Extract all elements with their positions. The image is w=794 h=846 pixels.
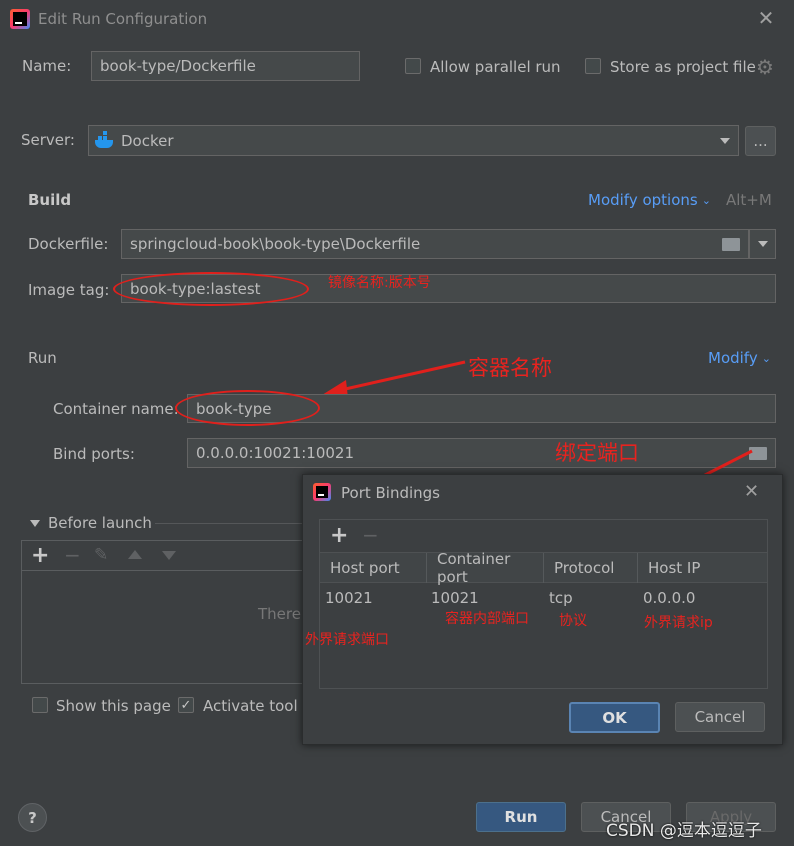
annotation-external-port: 外界请求端口 bbox=[305, 632, 389, 648]
before-launch-separator bbox=[155, 523, 305, 524]
help-button[interactable]: ? bbox=[18, 803, 47, 832]
dockerfile-value: springcloud-book\book-type\Dockerfile bbox=[130, 235, 421, 253]
chevron-down-icon bbox=[720, 138, 730, 144]
docker-icon bbox=[95, 130, 115, 148]
column-protocol[interactable]: Protocol bbox=[544, 553, 638, 583]
bind-ports-value: 0.0.0.0:10021:10021 bbox=[196, 444, 355, 462]
dockerfile-input[interactable]: springcloud-book\book-type\Dockerfile bbox=[121, 229, 749, 259]
cell-host-port[interactable]: 10021 bbox=[325, 589, 373, 607]
modify-options-shortcut: Alt+M bbox=[726, 191, 772, 209]
dockerfile-label: Dockerfile: bbox=[28, 235, 109, 253]
allow-parallel-label: Allow parallel run bbox=[430, 58, 561, 76]
annotation-internal-port: 容器内部端口 bbox=[445, 611, 529, 627]
bind-ports-label: Bind ports: bbox=[53, 445, 135, 463]
activate-tool-label: Activate tool bbox=[203, 697, 298, 715]
table-row[interactable]: 10021 10021 tcp 0.0.0.0 bbox=[320, 583, 767, 611]
modify-options-label: Modify options bbox=[588, 191, 698, 209]
name-label: Name: bbox=[22, 57, 72, 75]
dialog-cancel-button[interactable]: Cancel bbox=[675, 702, 765, 732]
triangle-down-icon bbox=[30, 519, 40, 527]
remove-icon[interactable]: − bbox=[64, 543, 81, 567]
server-more-button[interactable]: ... bbox=[745, 126, 776, 156]
server-label: Server: bbox=[21, 131, 75, 149]
before-launch-title: Before launch bbox=[48, 514, 152, 532]
container-name-label: Container name: bbox=[53, 400, 179, 418]
move-down-icon[interactable] bbox=[162, 551, 176, 560]
run-section-title: Run bbox=[28, 349, 57, 367]
cell-host-ip[interactable]: 0.0.0.0 bbox=[643, 589, 695, 607]
activate-tool-checkbox[interactable]: ✓ bbox=[178, 697, 194, 713]
name-input[interactable]: book-type/Dockerfile bbox=[91, 51, 360, 81]
column-container-port[interactable]: Container port bbox=[427, 550, 544, 586]
annotation-protocol: 协议 bbox=[559, 613, 587, 629]
folder-icon[interactable] bbox=[722, 238, 740, 251]
watermark: CSDN @逗本逗逗子 bbox=[606, 821, 762, 841]
ok-button[interactable]: OK bbox=[569, 702, 660, 733]
column-host-ip[interactable]: Host IP bbox=[638, 553, 767, 583]
dockerfile-dropdown-button[interactable] bbox=[749, 229, 776, 259]
build-section-title: Build bbox=[28, 191, 72, 209]
chevron-down-icon: ⌄ bbox=[761, 351, 771, 365]
close-icon[interactable]: ✕ bbox=[756, 8, 776, 28]
remove-icon[interactable]: − bbox=[362, 523, 379, 547]
port-table: + − Host port Container port Protocol Ho… bbox=[319, 519, 768, 689]
show-page-label: Show this page bbox=[56, 697, 171, 715]
dialog-title: Port Bindings bbox=[341, 484, 441, 502]
before-launch-empty-text: There bbox=[258, 605, 301, 623]
server-select[interactable]: Docker bbox=[88, 125, 739, 156]
annotation-ellipse bbox=[175, 390, 320, 426]
cell-protocol[interactable]: tcp bbox=[549, 589, 573, 607]
chevron-down-icon: ⌄ bbox=[701, 193, 711, 207]
annotation-ellipse bbox=[113, 272, 309, 306]
title-bar: Edit Run Configuration ✕ bbox=[0, 0, 794, 40]
show-page-checkbox[interactable] bbox=[32, 697, 48, 713]
before-launch-header[interactable]: Before launch bbox=[30, 514, 152, 532]
window-title: Edit Run Configuration bbox=[38, 10, 208, 28]
before-launch-toolbar: + − ✎ bbox=[22, 541, 310, 571]
column-host-port[interactable]: Host port bbox=[320, 553, 427, 583]
chevron-down-icon bbox=[757, 241, 768, 247]
annotation-container-name: 容器名称 bbox=[468, 356, 552, 380]
store-project-checkbox[interactable] bbox=[585, 58, 601, 74]
annotation-image-name: 镜像名称:版本号 bbox=[328, 275, 431, 291]
intellij-logo-icon bbox=[10, 9, 30, 29]
annotation-external-ip: 外界请求ip bbox=[644, 615, 713, 631]
annotation-bind-port: 绑定端口 bbox=[555, 441, 639, 465]
run-button[interactable]: Run bbox=[476, 802, 566, 832]
image-tag-label: Image tag: bbox=[28, 281, 110, 299]
allow-parallel-checkbox[interactable] bbox=[405, 58, 421, 74]
move-up-icon[interactable] bbox=[128, 550, 142, 559]
port-bindings-dialog: Port Bindings ✕ + − Host port Container … bbox=[302, 474, 783, 745]
port-table-header: Host port Container port Protocol Host I… bbox=[320, 550, 767, 586]
add-icon[interactable]: + bbox=[330, 523, 348, 548]
server-value: Docker bbox=[121, 131, 174, 150]
modify-options-link[interactable]: Modify options ⌄ bbox=[588, 191, 711, 209]
cell-container-port[interactable]: 10021 bbox=[431, 589, 479, 607]
port-toolbar: + − bbox=[320, 520, 767, 553]
intellij-logo-icon bbox=[313, 483, 331, 501]
before-launch-panel: + − ✎ There bbox=[21, 540, 311, 684]
edit-icon[interactable]: ✎ bbox=[94, 545, 108, 565]
gear-icon[interactable]: ⚙ bbox=[756, 55, 774, 79]
modify-label: Modify bbox=[708, 349, 758, 367]
modify-link[interactable]: Modify ⌄ bbox=[708, 349, 771, 367]
store-project-label: Store as project file bbox=[610, 58, 756, 76]
add-icon[interactable]: + bbox=[31, 543, 49, 568]
close-icon[interactable]: ✕ bbox=[744, 481, 759, 502]
